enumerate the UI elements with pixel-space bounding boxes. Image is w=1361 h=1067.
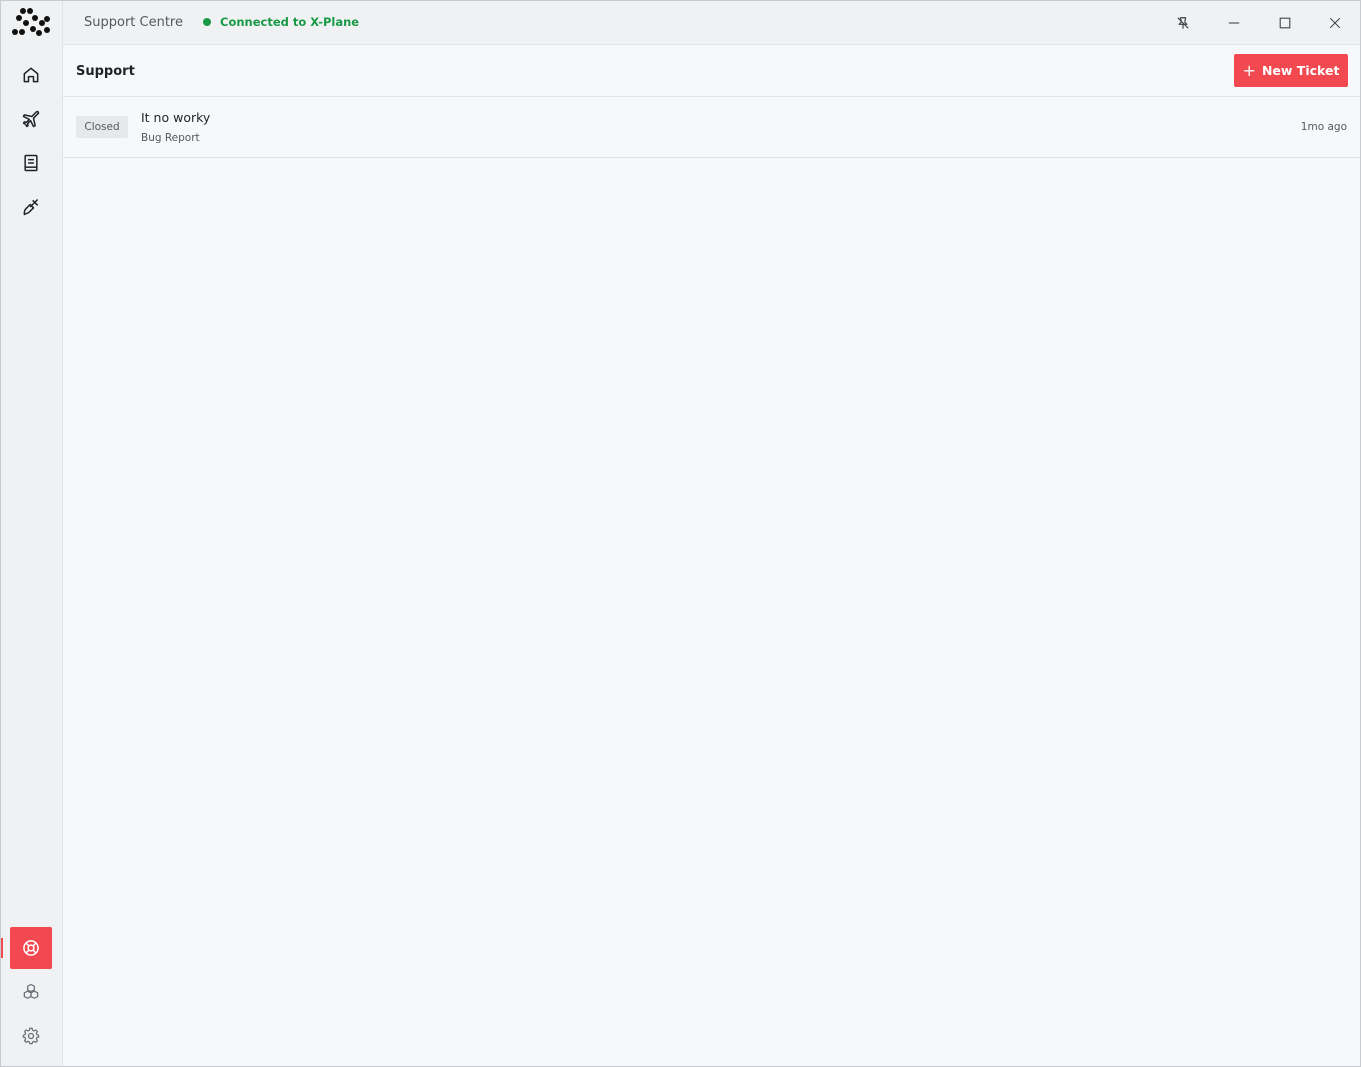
close-button[interactable] [1320,9,1350,37]
unpin-icon [1177,17,1189,29]
paint-brush-icon [23,198,39,216]
lifebuoy-icon [23,940,39,956]
app-window: Support Centre Connected to X-Plane Supp… [0,0,1361,1067]
connection-status: Connected to X-Plane [203,15,359,29]
title-bar: Support Centre Connected to X-Plane [63,1,1360,45]
sidebar-item-addons[interactable] [10,971,52,1013]
sidebar [1,1,63,1066]
cubes-icon [23,983,39,999]
sidebar-item-home[interactable] [10,54,52,96]
sidebar-item-flights[interactable] [10,98,52,140]
content-header: Support + New Ticket [63,45,1360,97]
unpin-button[interactable] [1168,9,1198,37]
page-title: Support [76,64,135,79]
app-logo-icon[interactable] [9,6,53,39]
minimize-icon [1228,22,1240,24]
ticket-category: Bug Report [141,132,200,144]
book-icon [24,154,38,172]
maximize-icon [1279,17,1291,29]
ticket-title: It no worky [141,110,211,125]
app-title: Support Centre [84,15,183,30]
ticket-list: Closed It no worky Bug Report 1mo ago [63,97,1360,158]
gear-icon [22,1027,40,1045]
ticket-timestamp: 1mo ago [1300,121,1347,133]
minimize-button[interactable] [1219,9,1249,37]
status-badge: Closed [76,116,128,138]
new-ticket-button[interactable]: + New Ticket [1234,54,1348,87]
new-ticket-label: New Ticket [1261,63,1340,78]
plus-icon: + [1242,61,1256,80]
sidebar-item-logbook[interactable] [10,142,52,184]
close-icon [1329,17,1341,29]
home-icon [23,67,39,83]
sidebar-item-liveries[interactable] [10,186,52,228]
sidebar-item-support[interactable] [10,927,52,969]
airplane-icon [22,110,40,128]
active-indicator [1,938,3,958]
sidebar-item-settings[interactable] [10,1015,52,1057]
status-dot-icon [203,18,211,26]
ticket-row[interactable]: Closed It no worky Bug Report 1mo ago [63,97,1360,158]
maximize-button[interactable] [1270,9,1300,37]
connection-status-label: Connected to X-Plane [220,15,360,29]
